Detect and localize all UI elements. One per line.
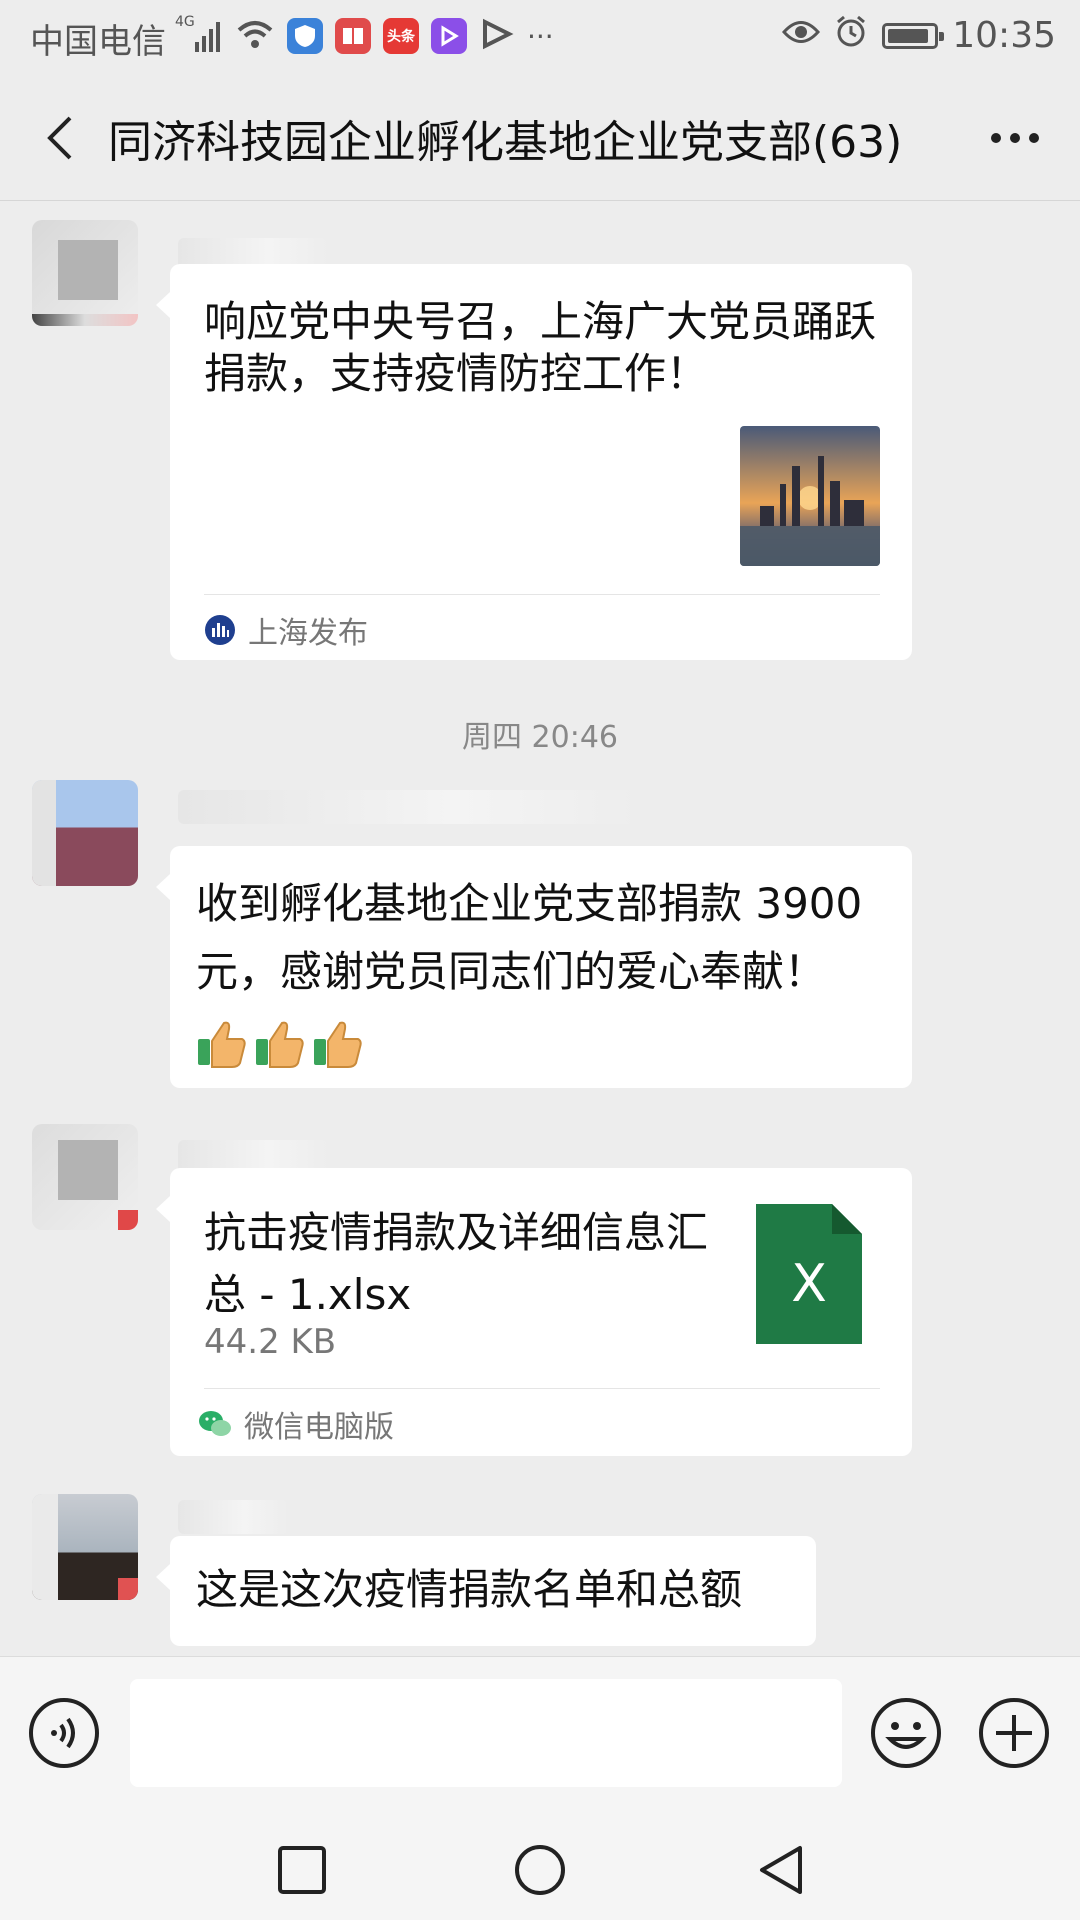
article-source-label: 上海发布 bbox=[248, 616, 368, 651]
system-nav-bar bbox=[0, 1810, 1080, 1920]
article-source: 上海发布 bbox=[204, 608, 368, 652]
file-message[interactable]: 抗击疫情捐款及详细信息汇总 - 1.xlsx 44.2 KB X 微信电脑版 bbox=[156, 1168, 912, 1456]
back-icon bbox=[760, 1846, 802, 1894]
more-icon bbox=[991, 133, 1039, 143]
book-app-icon bbox=[335, 18, 371, 54]
text-message[interactable]: 收到孵化基地企业党支部捐款 3900元，感谢党员同志们的爱心奉献！ bbox=[156, 846, 912, 1088]
file-source: 微信电脑版 bbox=[198, 1402, 394, 1446]
wifi-icon bbox=[235, 18, 275, 54]
chat-info-button[interactable] bbox=[980, 106, 1050, 170]
message-body: 收到孵化基地企业党支部捐款 3900元，感谢党员同志们的爱心奉献！ bbox=[196, 879, 863, 996]
status-bar: 中国电信 4G 头条 ··· 10:35 bbox=[0, 0, 1080, 76]
thumbs-up-icon bbox=[256, 1021, 304, 1068]
carrier-label: 中国电信 bbox=[30, 22, 166, 62]
article-card[interactable]: 响应党中央号召，上海广大党员踊跃捐款，支持疫情防控工作！ 上海发布 bbox=[156, 264, 912, 660]
thumbs-up-icon bbox=[314, 1021, 362, 1068]
chevron-left-icon bbox=[47, 116, 72, 160]
status-icons: 4G 头条 ··· bbox=[175, 14, 554, 56]
chat-title: 同济科技园企业孵化基地企业党支部(63) bbox=[108, 117, 903, 168]
message-text: 这是这次疫情捐款名单和总额 bbox=[196, 1565, 743, 1614]
sender-name-blurred bbox=[178, 1500, 288, 1534]
message-input[interactable] bbox=[130, 1679, 842, 1787]
file-type-letter: X bbox=[791, 1254, 827, 1314]
text-message[interactable]: 这是这次疫情捐款名单和总额 bbox=[156, 1536, 816, 1646]
emoji-button[interactable] bbox=[870, 1697, 942, 1769]
excel-file-icon: X bbox=[756, 1204, 862, 1344]
plus-icon bbox=[979, 1698, 1049, 1768]
eye-icon bbox=[782, 15, 821, 56]
back-button[interactable] bbox=[30, 106, 90, 170]
status-right: 10:35 bbox=[782, 14, 1056, 57]
recent-apps-icon bbox=[278, 1846, 326, 1894]
card-divider bbox=[204, 594, 880, 595]
emoji-icon bbox=[871, 1698, 941, 1768]
avatar[interactable] bbox=[32, 220, 138, 326]
shanghai-release-logo-icon bbox=[205, 615, 235, 645]
battery-icon bbox=[882, 22, 945, 49]
video-app-icon bbox=[431, 18, 467, 54]
avatar[interactable] bbox=[32, 1494, 138, 1600]
more-actions-button[interactable] bbox=[978, 1697, 1050, 1769]
file-source-label: 微信电脑版 bbox=[244, 1410, 394, 1445]
clock-time: 10:35 bbox=[952, 15, 1056, 56]
chat-header: 同济科技园企业孵化基地企业党支部(63) bbox=[0, 76, 1080, 201]
article-title: 响应党中央号召，上海广大党员踊跃捐款，支持疫情防控工作！ bbox=[204, 297, 877, 398]
file-size: 44.2 KB bbox=[204, 1322, 337, 1362]
home-icon bbox=[515, 1845, 565, 1895]
play-icon bbox=[479, 18, 515, 54]
card-divider bbox=[204, 1388, 880, 1389]
input-bar bbox=[0, 1656, 1080, 1811]
avatar[interactable] bbox=[32, 1124, 138, 1230]
avatar[interactable] bbox=[32, 780, 138, 886]
network-type-label: 4G bbox=[175, 14, 195, 30]
sender-name-blurred bbox=[178, 790, 638, 824]
signal-icon: 4G bbox=[175, 14, 223, 54]
wechat-icon bbox=[199, 1411, 231, 1436]
file-name: 抗击疫情捐款及详细信息汇总 - 1.xlsx bbox=[204, 1208, 709, 1319]
back-nav-button[interactable] bbox=[752, 1840, 812, 1900]
message-text: 收到孵化基地企业党支部捐款 3900元，感谢党员同志们的爱心奉献！ bbox=[196, 870, 888, 1074]
recent-apps-button[interactable] bbox=[272, 1840, 332, 1900]
alarm-icon bbox=[834, 14, 868, 57]
news-app-icon: 头条 bbox=[383, 18, 419, 54]
voice-icon bbox=[29, 1698, 99, 1768]
voice-input-button[interactable] bbox=[28, 1697, 100, 1769]
chat-timestamp: 周四 20:46 bbox=[462, 720, 618, 755]
shield-app-icon bbox=[287, 18, 323, 54]
thumbs-up-icon bbox=[198, 1021, 246, 1068]
more-status-icon: ··· bbox=[527, 19, 554, 53]
home-button[interactable] bbox=[510, 1840, 570, 1900]
article-thumbnail bbox=[740, 426, 880, 566]
